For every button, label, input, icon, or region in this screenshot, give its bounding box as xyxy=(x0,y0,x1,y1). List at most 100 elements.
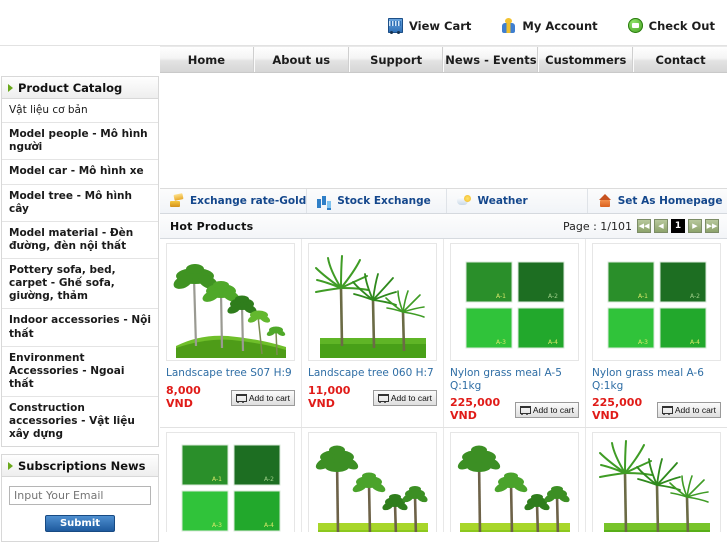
product-buy-row: 11,000 VND Add to cart xyxy=(308,384,437,410)
cart-icon xyxy=(377,393,389,403)
cart-icon xyxy=(387,18,403,34)
nav-item-news-events[interactable]: News - Events xyxy=(443,47,539,72)
svg-text:A-1: A-1 xyxy=(212,476,222,483)
nav-item-support[interactable]: Support xyxy=(348,47,444,72)
set-as-homepage-label: Set As Homepage xyxy=(617,195,723,207)
pagination: Page : 1/101 ◀◀ ◀ 1 ▶ ▶▶ xyxy=(563,219,719,233)
my-account-label: My Account xyxy=(522,18,598,33)
checkout-icon xyxy=(627,18,643,33)
product-card: A-1 A-2 A-3 A-4 xyxy=(160,428,302,532)
stock-exchange-link[interactable]: Stock Exchange xyxy=(307,189,448,213)
product-row: Landscape tree S07 H:9 8,000 VND Add to … xyxy=(160,239,727,429)
product-card: Landscape tree 060 H:7 11,000 VND Add to… xyxy=(302,239,444,428)
svg-text:A-2: A-2 xyxy=(690,293,700,300)
svg-text:A-2: A-2 xyxy=(264,476,274,483)
home-icon xyxy=(598,194,612,208)
product-card: Landscape tree S07 H:9 8,000 VND Add to … xyxy=(160,239,302,428)
subscriptions-news-panel: Subscriptions News Submit xyxy=(1,454,159,543)
nav-item-custommers[interactable]: Custommers xyxy=(538,47,634,72)
product-thumbnail[interactable]: A-1 A-2 A-3 A-4 xyxy=(166,432,295,532)
add-to-cart-label: Add to cart xyxy=(390,392,432,403)
cart-icon xyxy=(235,393,247,403)
set-as-homepage-link[interactable]: Set As Homepage xyxy=(588,189,727,213)
sidebar-item-model-car[interactable]: Model car - Mô hình xe xyxy=(2,160,158,185)
product-thumbnail[interactable]: A-1 A-2 A-3 A-4 xyxy=(450,243,579,361)
cart-icon xyxy=(661,405,673,415)
view-cart-link[interactable]: View Cart xyxy=(387,18,471,34)
prev-page-button[interactable]: ◀ xyxy=(654,219,668,233)
palm-feather-3-image xyxy=(598,440,710,532)
product-card xyxy=(302,428,444,532)
svg-text:A-4: A-4 xyxy=(548,339,558,346)
page-indicator: Page : 1/101 xyxy=(562,219,632,233)
sidebar-item-environment-accessories[interactable]: Environment Accessories - Ngoai thất xyxy=(2,347,158,397)
subscriptions-form: Submit xyxy=(2,477,158,541)
product-thumbnail[interactable]: A-1 A-2 A-3 A-4 xyxy=(592,243,721,361)
product-name[interactable]: Nylon grass meal A-5 Q:1kg xyxy=(450,367,579,392)
info-bar: Exchange rate-Gold Stock Exchange Weathe… xyxy=(160,189,727,214)
product-card xyxy=(586,428,727,532)
add-to-cart-button[interactable]: Add to cart xyxy=(514,401,579,418)
product-catalog-header: Product Catalog xyxy=(2,77,158,99)
sidebar-item-model-material[interactable]: Model material - Đèn đường, đèn nội thất xyxy=(2,222,158,259)
banner-area xyxy=(160,73,727,189)
product-thumbnail[interactable] xyxy=(592,432,721,532)
product-buy-row: 8,000 VND Add to cart xyxy=(166,384,295,410)
exchange-rate-gold-label: Exchange rate-Gold xyxy=(190,195,307,207)
weather-icon xyxy=(457,194,472,208)
person-icon xyxy=(501,18,516,33)
email-field[interactable] xyxy=(9,486,151,506)
cart-icon xyxy=(519,405,531,415)
nav-item-contact[interactable]: Contact xyxy=(633,47,727,72)
svg-text:A-3: A-3 xyxy=(212,522,222,529)
add-to-cart-button[interactable]: Add to cart xyxy=(372,389,437,406)
top-utility-bar: View Cart My Account Check Out xyxy=(0,0,727,46)
product-catalog-title: Product Catalog xyxy=(18,80,123,95)
grass-swatch-4-image: A-1 A-2 A-3 A-4 xyxy=(607,261,706,349)
product-thumbnail[interactable] xyxy=(308,432,437,532)
main-content: Exchange rate-Gold Stock Exchange Weathe… xyxy=(160,73,727,532)
submit-row: Submit xyxy=(9,511,151,533)
add-to-cart-button[interactable]: Add to cart xyxy=(656,401,721,418)
first-page-button[interactable]: ◀◀ xyxy=(637,219,651,233)
svg-text:A-3: A-3 xyxy=(496,339,506,346)
exchange-rate-gold-link[interactable]: Exchange rate-Gold xyxy=(160,189,308,213)
grass-swatch-4-image: A-1 A-2 A-3 A-4 xyxy=(181,444,280,532)
palm-row-5-image xyxy=(173,264,286,358)
sidebar-item-model-people[interactable]: Model people - Mô hình người xyxy=(2,123,158,161)
palm-row-4-image xyxy=(457,445,570,532)
sidebar: Product Catalog Vật liệu cơ bản Model pe… xyxy=(0,73,160,543)
nav-left-spacer xyxy=(0,46,160,73)
svg-text:A-1: A-1 xyxy=(496,293,506,300)
chevron-right-icon xyxy=(8,83,13,92)
add-to-cart-button[interactable]: Add to cart xyxy=(230,389,295,406)
product-thumbnail[interactable] xyxy=(308,243,437,361)
nav-item-home[interactable]: Home xyxy=(160,47,254,72)
sidebar-item-model-tree[interactable]: Model tree - Mô hình cây xyxy=(2,185,158,222)
product-name[interactable]: Landscape tree 060 H:7 xyxy=(308,367,437,380)
check-out-link[interactable]: Check Out xyxy=(627,18,715,33)
svg-text:A-4: A-4 xyxy=(690,339,700,346)
weather-link[interactable]: Weather xyxy=(447,189,588,213)
product-name[interactable]: Landscape tree S07 H:9 xyxy=(166,367,295,380)
section-title: Hot Products xyxy=(170,219,254,233)
current-page-button[interactable]: 1 xyxy=(671,219,685,233)
submit-button[interactable]: Submit xyxy=(44,515,116,533)
sidebar-item-indoor-accessories[interactable]: Indoor accessories - Nội thất xyxy=(2,309,158,347)
product-thumbnail[interactable] xyxy=(450,432,579,532)
palm-feather-3-image xyxy=(314,255,426,358)
sidebar-item-vat-lieu-co-ban[interactable]: Vật liệu cơ bản xyxy=(2,99,158,124)
nav-item-about-us[interactable]: About us xyxy=(253,47,349,72)
next-page-button[interactable]: ▶ xyxy=(688,219,702,233)
palm-row-4-image xyxy=(315,445,428,532)
my-account-link[interactable]: My Account xyxy=(501,18,598,33)
last-page-button[interactable]: ▶▶ xyxy=(705,219,719,233)
gold-icon xyxy=(170,194,184,208)
product-card xyxy=(444,428,586,532)
sidebar-item-pottery-sofa-bed-carpet[interactable]: Pottery sofa, bed, carpet - Ghế sofa, gi… xyxy=(2,259,158,310)
product-thumbnail[interactable] xyxy=(166,243,295,361)
svg-text:A-2: A-2 xyxy=(548,293,558,300)
sidebar-item-construction-accessories[interactable]: Construction accessories - Vật liệu xây … xyxy=(2,397,158,446)
product-name[interactable]: Nylon grass meal A-6 Q:1kg xyxy=(592,367,721,392)
product-row: A-1 A-2 A-3 A-4 xyxy=(160,428,727,532)
